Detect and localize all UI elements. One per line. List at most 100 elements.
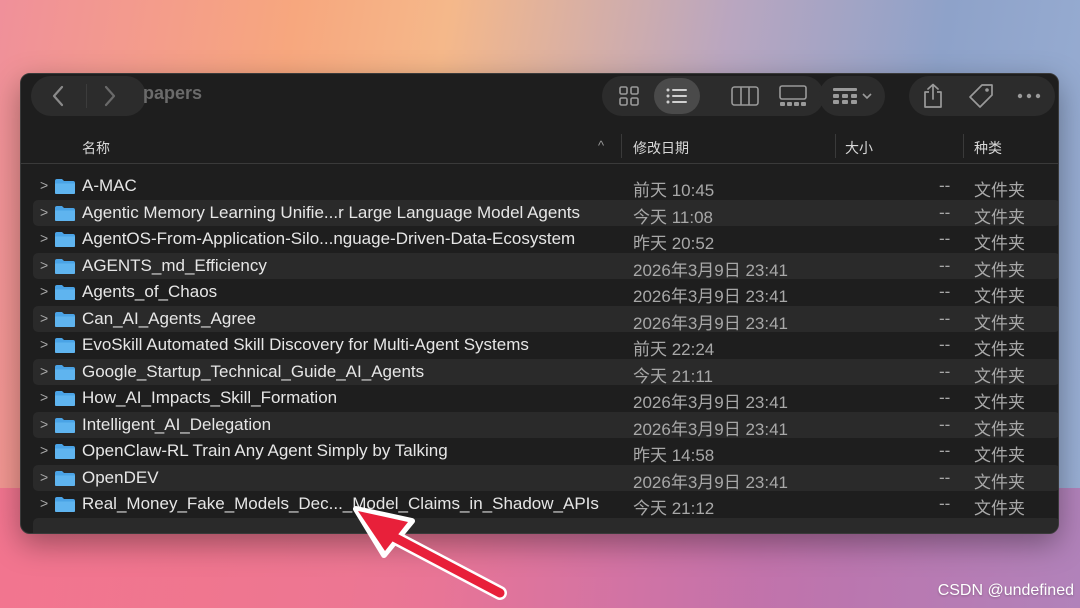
- watermark: CSDN @undefined: [937, 582, 1074, 599]
- file-kind: 文件夹: [974, 446, 1025, 465]
- group-button[interactable]: [819, 76, 885, 116]
- disclosure-chevron-icon[interactable]: >: [40, 336, 48, 352]
- folder-icon: [55, 391, 75, 406]
- share-button[interactable]: [911, 78, 955, 114]
- folder-icon: [55, 258, 75, 274]
- table-row[interactable]: > Agents_of_Chaos 2026年3月9日 23:41 -- 文件夹: [33, 279, 1058, 306]
- modified-date: 今天 11:08: [633, 207, 714, 227]
- modified-date: 2026年3月9日 23:41: [633, 393, 788, 412]
- file-size: --: [939, 202, 951, 222]
- column-view-button[interactable]: [722, 78, 768, 114]
- file-kind: 文件夹: [974, 419, 1025, 439]
- toolbar: papers: [21, 74, 1058, 122]
- file-name: AgentOS-From-Application-Silo...nguage-D…: [82, 229, 576, 248]
- table-row[interactable]: > EvoSkill Automated Skill Discovery for …: [33, 332, 1058, 359]
- file-name: Intelligent_AI_Delegation: [82, 414, 272, 434]
- file-name: OpenDEV: [82, 467, 159, 487]
- file-kind: 文件夹: [974, 366, 1025, 386]
- table-row[interactable]: > Google_Startup_Technical_Guide_AI_Agent…: [33, 358, 1058, 386]
- modified-date: 昨天 20:52: [633, 234, 715, 253]
- table-row[interactable]: > AgentOS-From-Application-Silo...nguage-…: [33, 226, 1058, 253]
- more-icon: [1017, 93, 1041, 99]
- disclosure-chevron-icon[interactable]: >: [40, 442, 48, 458]
- column-date-header[interactable]: 修改日期: [633, 138, 689, 158]
- file-size: --: [939, 361, 951, 381]
- disclosure-chevron-icon[interactable]: >: [40, 230, 48, 246]
- disclosure-chevron-icon[interactable]: >: [40, 257, 48, 273]
- file-list: > A-MAC 前天 10:45 -- 文件夹 > Agentic Memory Learn…: [33, 173, 1058, 533]
- table-row[interactable]: > Can_AI_Agents_Agree 2026年3月9日 23:41 -- 文件夹: [33, 305, 1058, 333]
- view-switcher: [602, 76, 824, 116]
- file-size: --: [939, 308, 951, 328]
- file-name: Google_Startup_Technical_Guide_AI_Agents: [82, 361, 425, 381]
- column-divider[interactable]: [621, 134, 622, 158]
- table-row[interactable]: > Intelligent_AI_Delegation 2026年3月9日 23:4…: [33, 411, 1058, 439]
- column-divider[interactable]: [963, 134, 964, 158]
- sort-ascending-icon: ^: [598, 138, 605, 153]
- modified-date: 2026年3月9日 23:41: [633, 472, 788, 492]
- table-row[interactable]: > AGENTS_md_Efficiency 2026年3月9日 23:41 -- 文件…: [33, 252, 1058, 280]
- column-view-icon: [731, 86, 759, 106]
- disclosure-chevron-icon[interactable]: >: [40, 416, 48, 432]
- chevron-down-icon: [862, 93, 872, 100]
- file-name: Agentic Memory Learning Unifie...r Large…: [82, 202, 581, 222]
- disclosure-chevron-icon[interactable]: >: [40, 310, 48, 326]
- table-row[interactable]: > OpenDEV 2026年3月9日 23:41 -- 文件夹: [33, 464, 1058, 492]
- disclosure-chevron-icon[interactable]: >: [40, 469, 48, 485]
- file-kind: 文件夹: [974, 181, 1025, 200]
- file-size: --: [939, 229, 951, 248]
- navigation-buttons: [31, 76, 146, 116]
- folder-icon: [55, 444, 75, 459]
- column-name-header[interactable]: 名称: [82, 138, 110, 158]
- disclosure-chevron-icon[interactable]: >: [40, 177, 48, 193]
- folder-icon: [55, 232, 75, 247]
- forward-button[interactable]: [87, 76, 133, 116]
- file-kind: 文件夹: [974, 340, 1025, 359]
- file-size: --: [939, 388, 951, 407]
- file-name: How_AI_Impacts_Skill_Formation: [82, 388, 338, 407]
- file-size: --: [939, 467, 951, 487]
- table-row[interactable]: > A-MAC 前天 10:45 -- 文件夹: [33, 173, 1058, 200]
- disclosure-chevron-icon[interactable]: >: [40, 204, 48, 220]
- folder-icon: [55, 338, 75, 353]
- folder-icon: [55, 311, 75, 327]
- icon-view-button[interactable]: [606, 78, 652, 114]
- gallery-view-icon: [779, 85, 807, 106]
- modified-date: 2026年3月9日 23:41: [633, 287, 788, 306]
- list-view-button[interactable]: [654, 78, 700, 114]
- modified-date: 2026年3月9日 23:41: [633, 419, 788, 439]
- disclosure-chevron-icon[interactable]: >: [40, 283, 48, 299]
- column-size-header[interactable]: 大小: [845, 138, 873, 158]
- table-row[interactable]: > Agentic Memory Learning Unifie...r Larg…: [33, 199, 1058, 227]
- file-name: A-MAC: [82, 176, 137, 195]
- column-divider[interactable]: [835, 134, 836, 158]
- table-row[interactable]: > Real_Money_Fake_Models_Dec..._Model_Cla…: [33, 491, 1058, 518]
- file-kind: 文件夹: [974, 393, 1025, 412]
- file-size: --: [939, 414, 951, 434]
- back-button[interactable]: [35, 76, 81, 116]
- file-kind: 文件夹: [974, 499, 1025, 518]
- folder-icon: [55, 497, 75, 512]
- disclosure-chevron-icon[interactable]: >: [40, 363, 48, 379]
- gallery-view-button[interactable]: [770, 78, 816, 114]
- table-row[interactable]: > OpenClaw-RL Train Any Agent Simply by T…: [33, 438, 1058, 465]
- disclosure-chevron-icon[interactable]: >: [40, 495, 48, 511]
- table-row[interactable]: > How_AI_Impacts_Skill_Formation 2026年3月9日…: [33, 385, 1058, 412]
- modified-date: 今天 21:12: [633, 499, 715, 518]
- modified-date: 2026年3月9日 23:41: [633, 260, 788, 280]
- file-kind: 文件夹: [974, 472, 1025, 492]
- folder-icon: [55, 179, 75, 194]
- grid-view-icon: [619, 86, 639, 106]
- more-button[interactable]: [1007, 78, 1051, 114]
- tag-icon: [969, 84, 993, 108]
- modified-date: 今天 21:11: [633, 366, 714, 386]
- file-name: OpenClaw-RL Train Any Agent Simply by Ta…: [82, 441, 448, 460]
- tag-button[interactable]: [959, 78, 1003, 114]
- file-size: --: [939, 335, 951, 354]
- column-kind-header[interactable]: 种类: [974, 138, 1002, 158]
- file-size: --: [939, 282, 951, 301]
- disclosure-chevron-icon[interactable]: >: [40, 389, 48, 405]
- file-kind: 文件夹: [974, 313, 1025, 333]
- file-size: --: [939, 441, 951, 460]
- column-header: 名称 ^ 修改日期 大小 种类: [21, 132, 1058, 164]
